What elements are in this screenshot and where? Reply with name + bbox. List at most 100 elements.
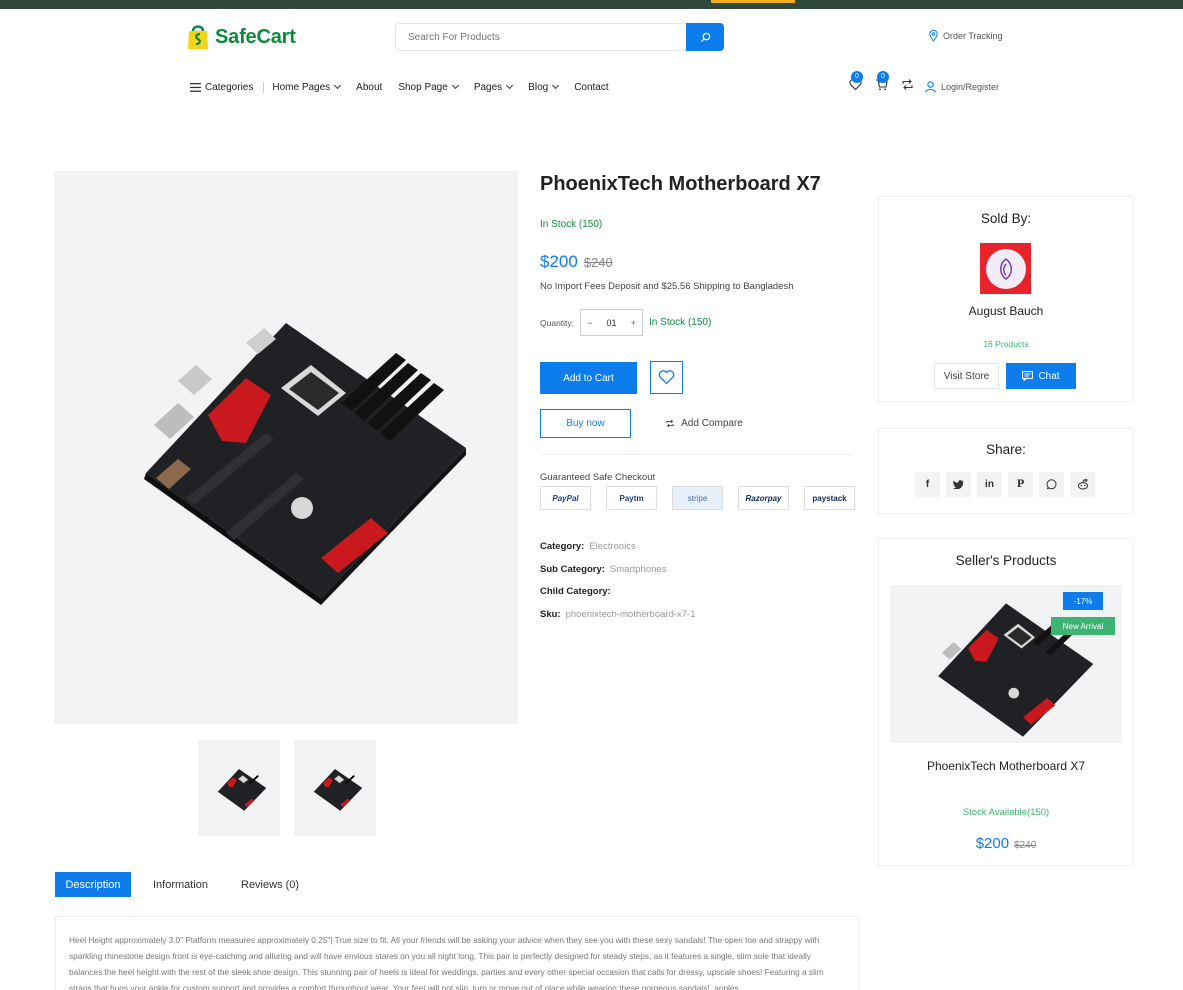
seller-product-current-price: $200: [975, 835, 1010, 852]
old-price: $240: [583, 255, 613, 270]
seller-name[interactable]: August Bauch: [879, 304, 1133, 318]
add-compare-button[interactable]: Add Compare: [640, 409, 768, 438]
divider: [540, 454, 853, 455]
search-bar: [395, 23, 724, 51]
top-bar: [0, 0, 1183, 9]
nav-blog[interactable]: Blog: [528, 81, 560, 93]
quantity-row: Quantity: − 01 + In Stock (150): [540, 309, 711, 336]
shopping-bag-icon: [186, 23, 210, 51]
nav-label: About: [356, 81, 383, 93]
shipping-note: No Import Fees Deposit and $25.56 Shippi…: [540, 281, 794, 292]
seller-card: Sold By: August Bauch 16 Products Visit …: [878, 196, 1134, 402]
subcategory-value[interactable]: Smartphones: [610, 564, 667, 575]
search-input[interactable]: [396, 24, 686, 50]
add-compare-label: Add Compare: [681, 418, 743, 429]
seller-avatar[interactable]: [980, 243, 1031, 294]
sold-by-title: Sold By:: [980, 211, 1032, 226]
nav-shop-page[interactable]: Shop Page: [398, 81, 459, 93]
category-row: Category: Electronics: [540, 541, 636, 552]
add-to-cart-button[interactable]: Add to Cart: [540, 362, 637, 394]
new-arrival-badge: New Arrival: [1051, 617, 1115, 635]
tab-reviews[interactable]: Reviews (0): [241, 872, 299, 897]
brand-name: SafeCart: [215, 25, 296, 48]
categories-button[interactable]: Categories: [190, 81, 265, 93]
seller-product-old-price: $240: [1014, 840, 1037, 851]
cart-count: 0: [877, 71, 889, 83]
menu-icon: [190, 82, 201, 92]
chat-button[interactable]: Chat: [1006, 363, 1076, 389]
nav-contact[interactable]: Contact: [574, 82, 608, 93]
main-nav: Categories Home Pages About Shop Page Pa…: [190, 79, 625, 95]
product-thumbnail[interactable]: [198, 740, 280, 836]
nav-label: Blog: [528, 81, 549, 93]
chevron-down-icon: [451, 81, 459, 90]
motherboard-thumbnail-image: [217, 769, 267, 811]
quantity-stepper[interactable]: − 01 +: [580, 309, 644, 336]
category-value[interactable]: Electronics: [589, 541, 635, 552]
login-register-link[interactable]: Login/Register: [925, 81, 999, 93]
description-text: Heel Height approximately 3.0" Platform …: [69, 935, 824, 990]
razorpay-logo: Razorpay: [738, 486, 789, 510]
twitter-icon[interactable]: [946, 472, 971, 497]
seller-product-stock: Stock Available(150): [962, 807, 1050, 818]
search-button[interactable]: [686, 23, 724, 51]
motherboard-thumbnail-image: [313, 769, 363, 811]
tab-description[interactable]: Description: [55, 872, 131, 897]
order-tracking-link[interactable]: Order Tracking: [929, 30, 1003, 42]
seller-products-count: 16 Products: [983, 339, 1029, 349]
logo[interactable]: SafeCart: [186, 22, 296, 52]
plus-icon[interactable]: +: [631, 318, 636, 328]
seller-logo-icon: [999, 257, 1012, 280]
share-card: Share: f in P: [878, 428, 1134, 514]
share-title: Share:: [986, 442, 1026, 457]
minus-icon[interactable]: −: [587, 318, 592, 328]
seller-products-title: Seller's Products: [955, 553, 1057, 568]
current-price: $200: [540, 252, 578, 271]
seller-product-price: $200 $240: [879, 835, 1133, 852]
linkedin-icon[interactable]: in: [977, 472, 1002, 497]
seller-products-card: Seller's Products -17% New Arrival Phoen…: [878, 538, 1134, 866]
nav-about[interactable]: About: [356, 82, 382, 93]
nav-label: Pages: [473, 81, 503, 93]
user-icon: [925, 81, 936, 93]
nav-label: Contact: [574, 81, 609, 93]
seller-product-name[interactable]: PhoenixTech Motherboard X7: [879, 759, 1133, 773]
paystack-logo: paystack: [804, 486, 855, 510]
description-panel: Heel Height approximately 3.0" Platform …: [55, 916, 859, 990]
quantity-value[interactable]: 01: [607, 318, 617, 328]
header-icons: 0 0: [849, 71, 914, 92]
nav-label: Shop Page: [398, 81, 448, 93]
nav-label: Home Pages: [272, 81, 331, 93]
product-main-image[interactable]: [54, 171, 518, 724]
chevron-down-icon: [334, 81, 342, 90]
motherboard-image: [144, 322, 466, 605]
nav-home-pages[interactable]: Home Pages: [272, 81, 342, 93]
payment-methods: PayPal Paytm stripe Razorpay paystack: [540, 486, 855, 510]
facebook-icon[interactable]: f: [915, 472, 940, 497]
whatsapp-icon[interactable]: [1039, 472, 1064, 497]
add-to-wishlist-button[interactable]: [650, 361, 683, 394]
pinterest-icon[interactable]: P: [1008, 472, 1033, 497]
product-title: PhoenixTech Motherboard X7: [540, 173, 821, 195]
compare-button[interactable]: [901, 78, 914, 92]
paypal-logo: PayPal: [540, 486, 591, 510]
childcategory-row: Child Category:: [540, 586, 611, 597]
location-pin-icon: [929, 30, 938, 42]
chat-icon: [1022, 371, 1034, 381]
heart-icon: [658, 370, 675, 385]
search-icon: [700, 32, 710, 42]
compare-icon: [902, 79, 913, 90]
order-tracking-label: Order Tracking: [943, 31, 1003, 41]
visit-store-button[interactable]: Visit Store: [934, 363, 999, 389]
compare-icon: [666, 419, 674, 428]
product-thumbnail[interactable]: [294, 740, 376, 836]
cart-button[interactable]: 0: [875, 71, 889, 92]
login-label: Login/Register: [941, 82, 1000, 92]
reddit-icon[interactable]: [1070, 472, 1095, 497]
tab-information[interactable]: Information: [153, 872, 208, 897]
categories-label: Categories: [205, 81, 254, 93]
wishlist-button[interactable]: 0: [849, 71, 863, 92]
stripe-logo: stripe: [672, 486, 723, 510]
buy-now-button[interactable]: Buy now: [540, 409, 631, 438]
nav-pages[interactable]: Pages: [473, 81, 514, 93]
